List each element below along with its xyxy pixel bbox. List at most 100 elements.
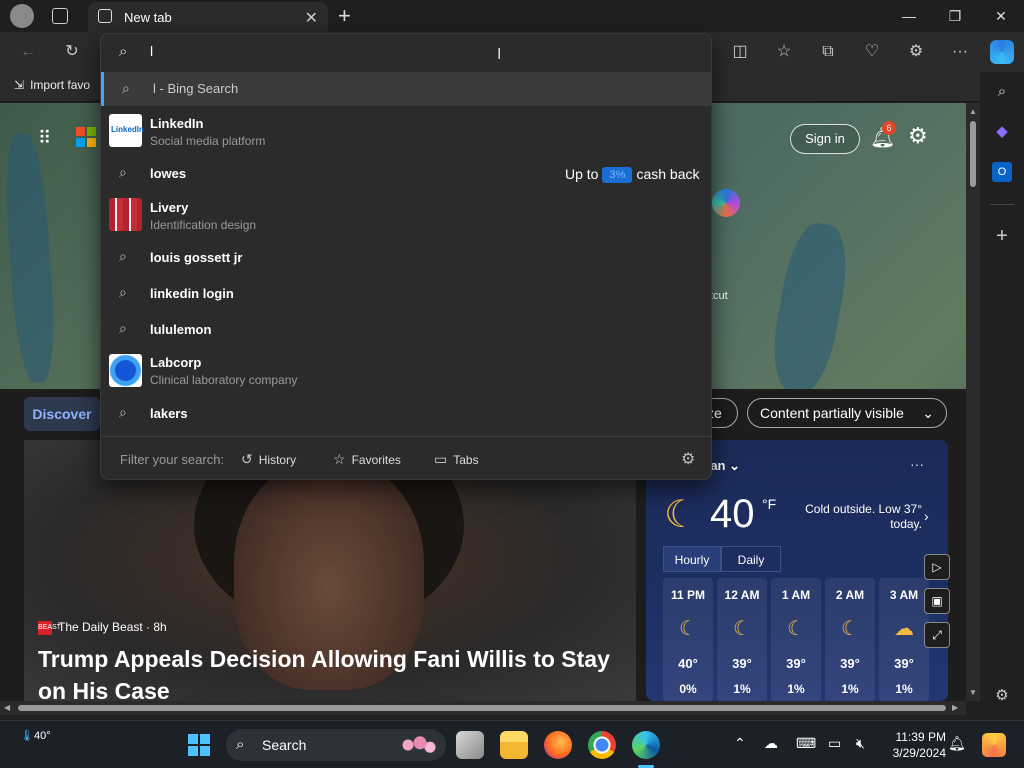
suggestion-linkedin-login[interactable]: ⌕ linkedin login (101, 276, 711, 310)
discover-tab[interactable]: Discover (24, 397, 100, 431)
vertical-scroll-thumb[interactable] (970, 121, 976, 187)
suggestion-livery[interactable]: Livery Identification design (101, 193, 711, 237)
image-icon[interactable]: ▣ (924, 588, 950, 614)
weather-tab-daily[interactable]: Daily (721, 546, 781, 572)
scroll-right-icon[interactable]: ▶ (952, 703, 958, 712)
new-tab-button[interactable]: + (338, 3, 351, 29)
moon-icon: ☾ (679, 618, 697, 640)
browser-essentials-icon[interactable]: ♡ (860, 40, 884, 64)
minimize-button[interactable]: — (886, 0, 932, 32)
taskbar-clock[interactable]: 11:39 PM 3/29/2024 (886, 729, 946, 761)
taskbar-weather-widget[interactable]: 🌡︎40° (20, 729, 51, 742)
play-icon[interactable]: ▷ (924, 554, 950, 580)
taskbar-search-label: Search (262, 737, 307, 753)
vertical-scrollbar[interactable]: ▲ ▼ (966, 103, 980, 701)
add-app-icon[interactable]: + (992, 226, 1012, 246)
scroll-up-icon[interactable]: ▲ (969, 107, 977, 116)
tab-actions-icon[interactable] (52, 8, 68, 24)
firefox-icon[interactable] (544, 731, 572, 759)
apps-launcher-icon[interactable]: ⠿ (38, 128, 58, 148)
filter-tabs-label: Tabs (453, 453, 479, 467)
chrome-icon[interactable] (588, 731, 616, 759)
extensions-icon[interactable]: ⚙ (904, 40, 928, 64)
search-icon: ⌕ (119, 43, 128, 60)
start-button[interactable] (188, 734, 210, 756)
back-icon[interactable]: ← (16, 40, 40, 64)
suggestion-text: lakers (150, 406, 188, 421)
more-menu-icon[interactable]: ··· (948, 40, 972, 64)
horizontal-scrollbar[interactable]: ◀ ▶ (0, 701, 966, 715)
address-bar[interactable]: ⌕ l (101, 34, 711, 70)
suggestion-linkedin[interactable]: LinkedIn LinkedIn Social media platform (101, 109, 711, 153)
outlook-icon[interactable]: O (992, 162, 1012, 182)
split-screen-icon[interactable]: ◫ (728, 40, 752, 64)
close-tab-icon[interactable]: ✕ (305, 8, 318, 28)
collections-icon[interactable]: ⧉ (816, 40, 840, 64)
weather-tab-hourly[interactable]: Hourly (663, 546, 721, 572)
labcorp-logo (109, 354, 142, 387)
thermometer-icon: 🌡︎ (20, 730, 34, 742)
suggestion-labcorp[interactable]: Labcorp Clinical laboratory company (101, 348, 711, 392)
search-icon[interactable]: ⌕ (992, 82, 1012, 102)
search-highlight-icon (396, 734, 436, 756)
chevron-right-icon[interactable]: › (924, 508, 929, 524)
hourly-forecast-item: 1 AM ☾ 39° 1% (771, 578, 821, 701)
news-headline[interactable]: Trump Appeals Decision Allowing Fani Wil… (38, 643, 618, 701)
filter-tabs-button[interactable]: ▭ Tabs (434, 451, 479, 468)
network-disconnected-icon[interactable]: ☁ (764, 735, 778, 752)
scroll-down-icon[interactable]: ▼ (969, 688, 977, 697)
suggestion-title: LinkedIn (150, 116, 204, 131)
expand-icon[interactable]: ⤢ (924, 622, 950, 648)
show-hidden-icons-icon[interactable]: ⌃ (734, 735, 746, 752)
filter-history-button[interactable]: ↺ History (241, 451, 296, 468)
task-view-icon[interactable] (456, 731, 484, 759)
forecast-precip: 1% (733, 682, 751, 696)
cashback-offer[interactable]: Up to 3% cash back (565, 166, 700, 184)
cashback-percent: 3% (602, 167, 633, 184)
news-source-label: The Daily Beast · 8h (58, 620, 167, 634)
copilot-taskbar-icon[interactable] (982, 733, 1006, 757)
import-favorites-link[interactable]: ⇲ Import favo (14, 78, 90, 92)
taskbar-search-box[interactable]: ⌕ Search (226, 729, 446, 761)
close-window-button[interactable]: ✕ (978, 0, 1024, 32)
sidebar-settings-icon[interactable]: ⚙ (992, 686, 1012, 706)
microsoft-logo (76, 127, 96, 147)
filter-favorites-button[interactable]: ☆ Favorites (333, 451, 401, 468)
copilot-sidebar-icon[interactable]: ◆ (992, 122, 1012, 142)
content-visibility-dropdown[interactable]: Content partially visible ⌄ (747, 398, 947, 428)
tab-new-tab[interactable]: New tab ✕ (88, 2, 328, 32)
suggestion-lululemon[interactable]: ⌕ lululemon (101, 312, 711, 346)
file-explorer-icon[interactable] (500, 731, 528, 759)
suggestion-settings-icon[interactable]: ⚙ (681, 449, 695, 469)
page-settings-gear-icon[interactable]: ⚙ (908, 123, 928, 149)
suggestion-louis-gossett-jr[interactable]: ⌕ louis gossett jr (101, 240, 711, 274)
edge-icon[interactable] (632, 731, 660, 759)
copilot-launch-icon[interactable] (712, 189, 740, 217)
notification-bell-icon[interactable]: 🔔︎ (948, 735, 966, 752)
favorites-star-icon[interactable]: ☆ (772, 40, 796, 64)
forecast-precip: 1% (787, 682, 805, 696)
suggestion-lakers[interactable]: ⌕ lakers (101, 396, 711, 430)
scroll-left-icon[interactable]: ◀ (4, 703, 10, 712)
forecast-temp: 39° (840, 656, 860, 671)
hourly-forecast-item: 2 AM ☾ 39° 1% (825, 578, 875, 701)
sign-in-button[interactable]: Sign in (790, 124, 860, 154)
keyboard-icon[interactable]: ⌨ (796, 735, 816, 752)
windows-taskbar: 🌡︎40° ⌕ Search ⌃ ☁ ⌨ ▭ 🔇︎ 11:39 PM 3/29/… (0, 720, 1024, 768)
taskbar-time: 11:39 PM (895, 730, 946, 744)
display-icon[interactable]: ▭ (828, 735, 841, 752)
restore-button[interactable]: ❐ (932, 0, 978, 32)
refresh-icon[interactable]: ↻ (60, 40, 84, 64)
suggestion-bing-search[interactable]: ⌕ l - Bing Search (101, 72, 711, 106)
sidebar-divider (990, 204, 1014, 205)
horizontal-scroll-thumb[interactable] (18, 705, 946, 711)
copilot-icon[interactable] (990, 40, 1014, 64)
forecast-hour: 1 AM (781, 588, 811, 602)
search-icon: ⌕ (119, 164, 127, 180)
livery-thumbnail (109, 198, 142, 231)
volume-muted-icon[interactable]: 🔇︎ (856, 735, 865, 752)
address-input[interactable]: l (150, 43, 153, 59)
weather-more-icon[interactable]: ··· (910, 456, 924, 472)
tabs-icon: ▭ (434, 451, 448, 467)
profile-avatar[interactable] (10, 4, 34, 28)
